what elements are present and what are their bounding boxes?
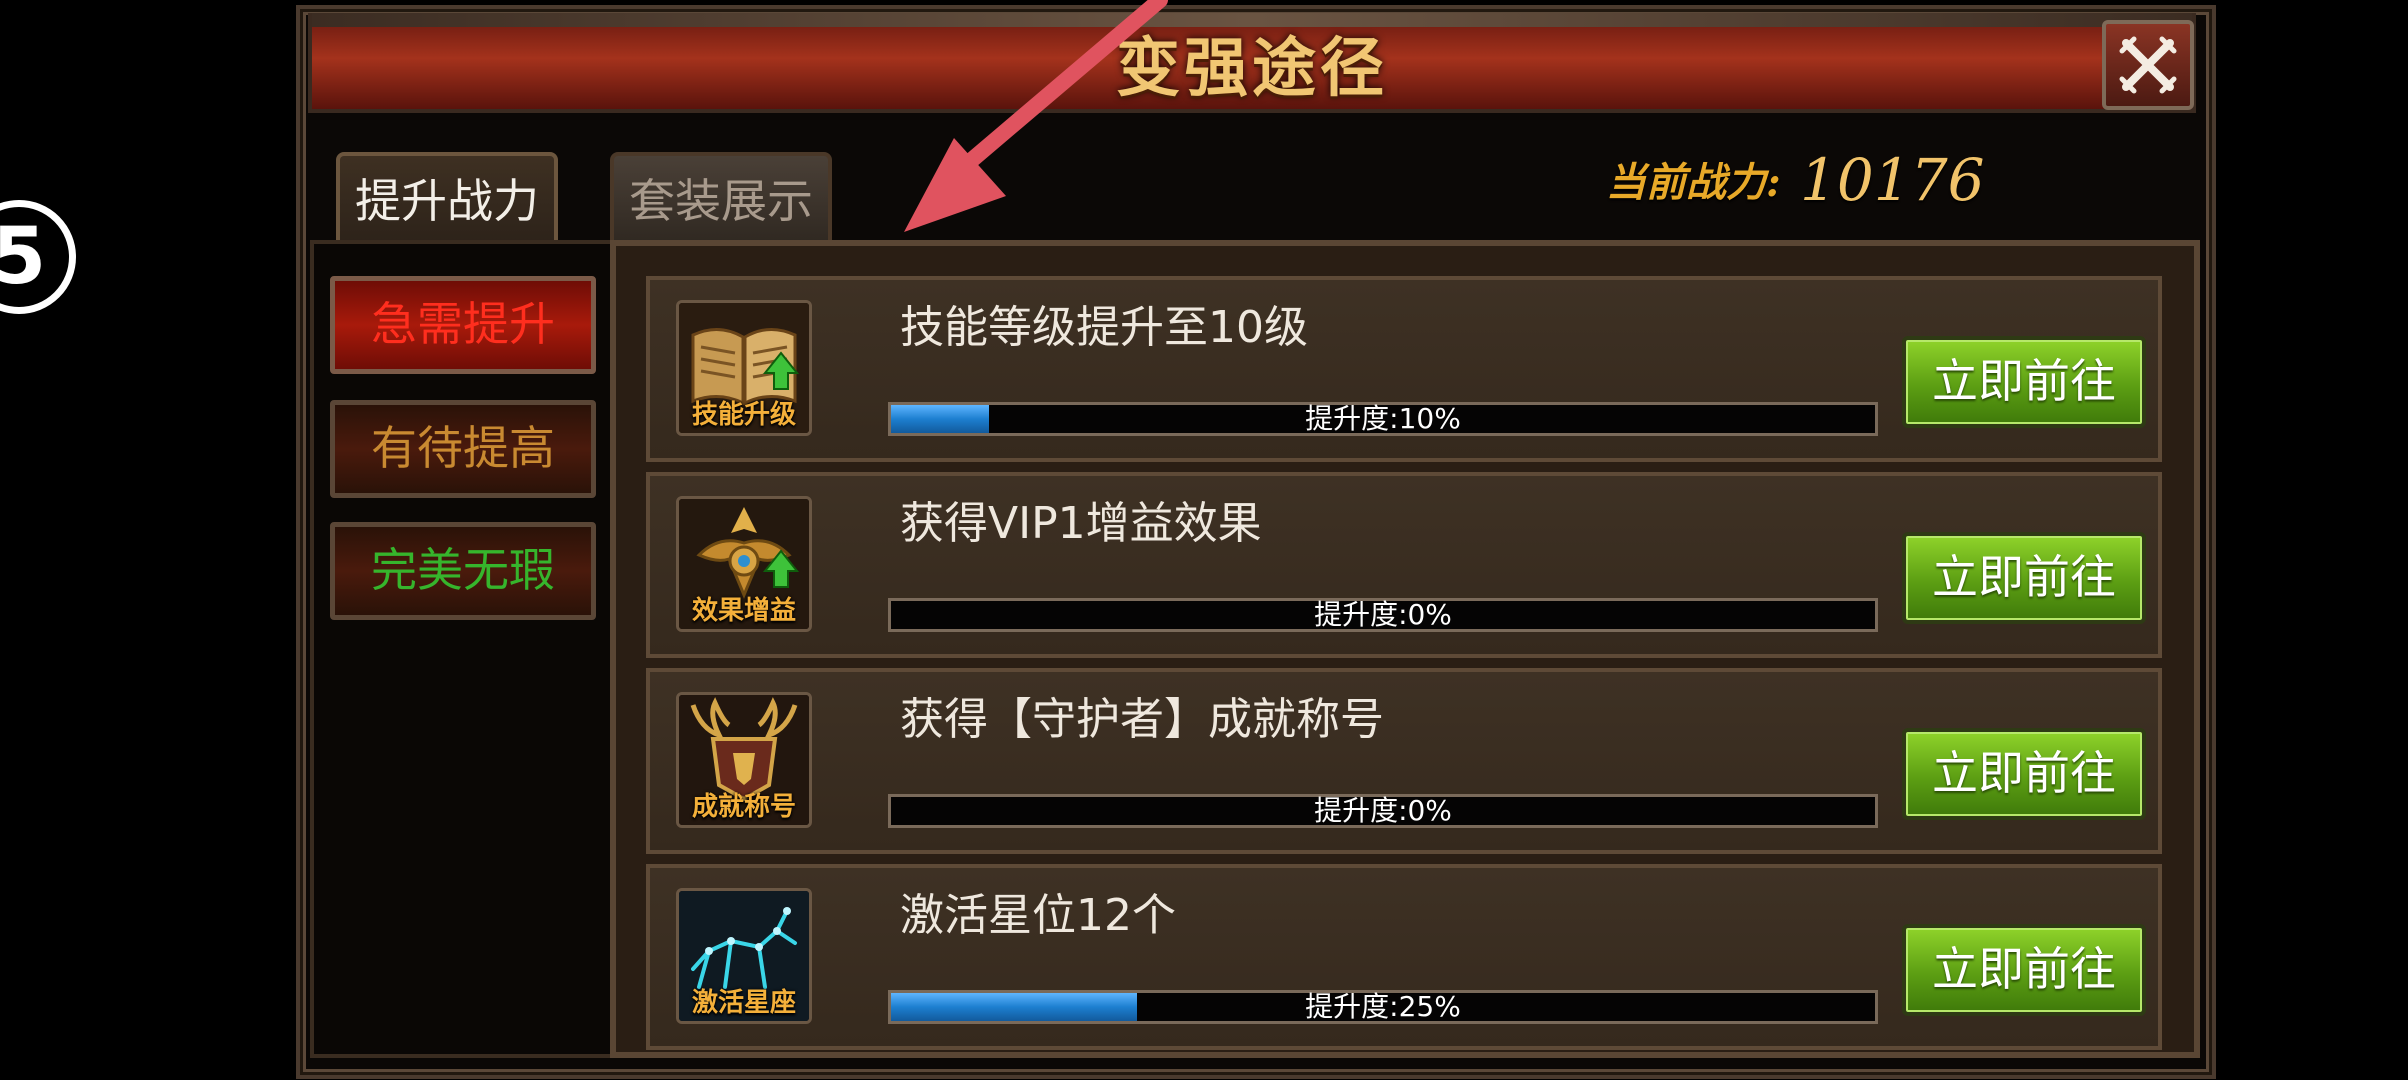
category-urgent-button[interactable]: 急需提升 bbox=[330, 276, 596, 374]
current-power-value: 10176 bbox=[1800, 146, 1985, 214]
category-perfect-button[interactable]: 完美无瑕 bbox=[330, 522, 596, 620]
item-icon-frame[interactable]: 成就称号 bbox=[676, 692, 812, 828]
category-pending-button[interactable]: 有待提高 bbox=[330, 400, 596, 498]
list-item: 技能升级 技能等级提升至10级 提升度:10% 立即前往 bbox=[646, 276, 2162, 462]
progress-text: 提升度:0% bbox=[1314, 794, 1452, 827]
progress-text: 提升度:10% bbox=[1305, 402, 1461, 435]
go-now-button[interactable]: 立即前往 bbox=[1902, 924, 2146, 1016]
progress-bar: 提升度:25% bbox=[888, 990, 1878, 1024]
item-title: 技能等级提升至10级 bbox=[900, 302, 1308, 353]
item-title: 激活星位12个 bbox=[900, 890, 1176, 941]
go-now-button[interactable]: 立即前往 bbox=[1902, 532, 2146, 624]
tab-set-display[interactable]: 套装展示 bbox=[610, 152, 832, 248]
window-titlebar: 变强途径 bbox=[308, 13, 2196, 113]
close-button[interactable] bbox=[2102, 20, 2194, 110]
list-item: 效果增益 获得VIP1增益效果 提升度:0% 立即前往 bbox=[646, 472, 2162, 658]
item-icon-frame[interactable]: 技能升级 bbox=[676, 300, 812, 436]
item-icon-frame[interactable]: 效果增益 bbox=[676, 496, 812, 632]
item-icon-caption: 技能升级 bbox=[691, 400, 796, 430]
progress-text: 提升度:0% bbox=[1314, 598, 1452, 631]
item-icon-frame[interactable]: 激活星座 bbox=[676, 888, 812, 1024]
progress-bar: 提升度:0% bbox=[888, 794, 1878, 828]
item-icon-caption: 成就称号 bbox=[691, 792, 796, 822]
progress-text: 提升度:25% bbox=[1305, 990, 1461, 1023]
item-icon-caption: 激活星座 bbox=[691, 988, 796, 1018]
current-power-label: 当前战力: bbox=[1606, 159, 1781, 206]
item-title: 获得VIP1增益效果 bbox=[900, 498, 1262, 549]
progress-bar: 提升度:0% bbox=[888, 598, 1878, 632]
progress-bar: 提升度:10% bbox=[888, 402, 1878, 436]
item-title: 获得【守护者】成就称号 bbox=[900, 694, 1384, 745]
go-now-button[interactable]: 立即前往 bbox=[1902, 336, 2146, 428]
tab-boost-power[interactable]: 提升战力 bbox=[336, 152, 558, 248]
list-item: 成就称号 获得【守护者】成就称号 提升度:0% 立即前往 bbox=[646, 668, 2162, 854]
go-now-button[interactable]: 立即前往 bbox=[1902, 728, 2146, 820]
item-icon-caption: 效果增益 bbox=[691, 596, 796, 626]
list-item: 激活星座 激活星位12个 提升度:25% 立即前往 bbox=[646, 864, 2162, 1050]
window-title: 变强途径 bbox=[1116, 32, 1388, 106]
close-icon bbox=[2119, 36, 2177, 94]
step-number-badge: 5 bbox=[0, 200, 76, 314]
